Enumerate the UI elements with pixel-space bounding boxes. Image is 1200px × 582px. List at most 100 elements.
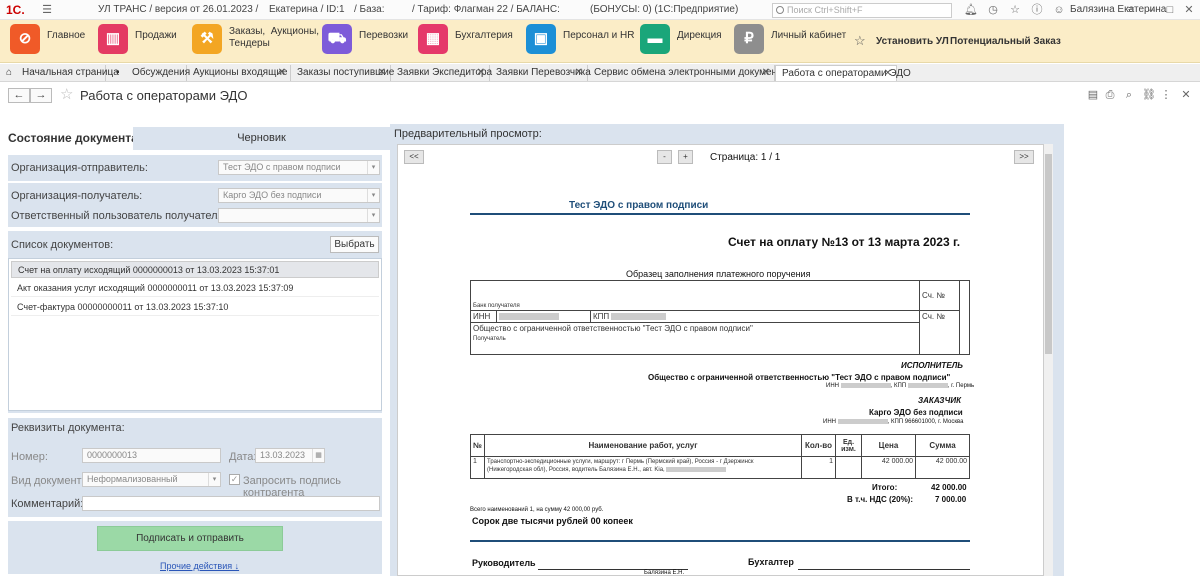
save-icon[interactable]: ▤ xyxy=(1087,89,1099,101)
menu-icon[interactable]: ☰ xyxy=(40,3,54,17)
more-options-icon[interactable]: ≡ xyxy=(1124,3,1138,17)
close-icon[interactable]: ✕ xyxy=(1182,3,1196,17)
document-preview: << - + Страница: 1 / 1 >> Тест ЭДО с пра… xyxy=(397,144,1044,576)
col-header: № xyxy=(470,434,485,457)
minimize-icon[interactable]: – xyxy=(1145,3,1159,17)
accountant-label: Бухгалтер xyxy=(748,557,794,567)
tab-home[interactable]: ⌂ Начальная страница xyxy=(0,65,119,81)
head-name: Балязина Е.Н. xyxy=(644,570,685,576)
number-field[interactable]: 0000000013 xyxy=(82,448,221,463)
search-icon[interactable]: ⌕ xyxy=(1123,89,1135,101)
gavel-icon: ⚒ xyxy=(192,24,222,54)
section-cabinet[interactable]: ₽ Личный кабинет xyxy=(734,24,846,54)
forward-button[interactable]: → xyxy=(30,88,52,103)
maximize-icon[interactable]: □ xyxy=(1163,3,1177,17)
first-page-button[interactable]: << xyxy=(404,150,424,164)
tab-orders[interactable]: Заказы поступившие ✕ xyxy=(291,65,394,81)
col-header: Цена xyxy=(861,434,916,457)
date-field[interactable]: 13.03.2023 ▦ xyxy=(255,448,325,463)
document-settings-panel: Состояние документа: Черновик Организаци… xyxy=(8,127,390,574)
doctype-select[interactable]: Неформализованный ▾ xyxy=(82,472,221,487)
favorites-star-icon[interactable]: ☆ xyxy=(1008,3,1022,17)
list-item[interactable]: Акт оказания услуг исходящий 0000000011 … xyxy=(11,280,379,297)
favorites-star-icon[interactable]: ☆ xyxy=(854,33,866,49)
tab-label: Обсуждения xyxy=(132,67,191,78)
items-count-text: Всего наименований 1, на сумму 42 000,00… xyxy=(470,507,604,513)
tab-discussions[interactable]: ▪ Обсуждения xyxy=(106,65,191,81)
scrollbar-thumb[interactable] xyxy=(1045,154,1052,354)
tab-forwarder-requests[interactable]: Заявки Экспедитора ✕ xyxy=(391,65,492,81)
receiver-select[interactable]: Карго ЭДО без подписи ▾ xyxy=(218,188,380,203)
back-button[interactable]: ← xyxy=(8,88,30,103)
close-tab-icon[interactable]: ✕ xyxy=(884,66,892,81)
notification-bell-icon[interactable]: 🔔︎ xyxy=(964,3,978,17)
request-sign-checkbox[interactable]: ✓ xyxy=(229,474,240,485)
close-tab-icon[interactable]: ✕ xyxy=(762,65,770,80)
cell xyxy=(835,456,862,479)
last-page-button[interactable]: >> xyxy=(1014,150,1034,164)
section-sales[interactable]: ▥ Продажи xyxy=(98,24,177,54)
history-icon[interactable]: ◷ xyxy=(986,3,1000,17)
section-accounting[interactable]: ▦ Бухгалтерия xyxy=(418,24,513,54)
col-header: Кол-во xyxy=(801,434,836,457)
preview-panel: Предварительный просмотр: << - + Страниц… xyxy=(390,124,1064,576)
sections-panel: ⊘ Главное ▥ Продажи ⚒ Заказы, Аукционы, … xyxy=(0,20,1200,63)
section-label: Дирекция xyxy=(677,30,722,41)
install-ul-link[interactable]: Установить УЛ xyxy=(876,36,949,47)
col-header: Наименование работ, услуг xyxy=(484,434,802,457)
home-icon: ⌂ xyxy=(6,67,13,78)
close-tab-icon[interactable]: ✕ xyxy=(278,65,286,80)
tab-carrier-requests[interactable]: Заявки Перевозчика ✕ xyxy=(490,65,591,81)
close-tab-icon[interactable]: ✕ xyxy=(378,65,386,80)
section-label: Перевозки xyxy=(359,30,409,41)
print-icon[interactable]: ⎙ xyxy=(1104,89,1116,101)
section-main[interactable]: ⊘ Главное xyxy=(10,24,85,54)
state-label: Состояние документа: xyxy=(8,131,142,145)
tab-edo-operators[interactable]: Работа с операторами ЭДО ✕ xyxy=(775,65,911,81)
favorite-star-icon[interactable]: ☆ xyxy=(60,85,73,103)
section-label: Персонал и HR xyxy=(563,30,635,41)
signature-line xyxy=(798,569,970,570)
sender-select[interactable]: Тест ЭДО с правом подписи ▾ xyxy=(218,160,380,175)
documents-list: Счет на оплату исходящий 0000000013 от 1… xyxy=(8,258,382,411)
preview-scrollbar[interactable] xyxy=(1044,144,1053,576)
section-hr[interactable]: ▣ Персонал и HR xyxy=(526,24,635,54)
chevron-down-icon: ▾ xyxy=(367,161,379,174)
info-icon[interactable]: ⓘ xyxy=(1030,3,1044,17)
more-icon[interactable]: ⋮ xyxy=(1160,89,1172,101)
section-label: Главное xyxy=(47,30,86,41)
user-icon[interactable]: ☺ xyxy=(1052,3,1066,17)
link-icon[interactable]: ⛓ xyxy=(1142,89,1156,101)
potential-order-link[interactable]: Потенциальный Заказ xyxy=(950,36,1061,47)
close-form-icon[interactable]: ✕ xyxy=(1180,89,1192,101)
redacted-value xyxy=(840,383,891,388)
calendar-icon[interactable]: ▦ xyxy=(312,449,324,462)
section-transport[interactable]: ⛟ Перевозки xyxy=(322,24,408,54)
tab-auctions[interactable]: Аукционы входящие ✕ xyxy=(187,65,291,81)
sample-caption: Образец заполнения платежного поручения xyxy=(626,269,811,279)
preview-title: Предварительный просмотр: xyxy=(394,128,542,140)
tab-edo-service[interactable]: Сервис обмена электронными документами ✕ xyxy=(588,65,800,81)
global-search-input[interactable]: Поиск Ctrl+Shift+F xyxy=(772,3,952,18)
other-actions-link[interactable]: Прочие действия ↓ xyxy=(160,561,239,571)
section-orders[interactable]: ⚒ Заказы, Аукционы, Тендеры xyxy=(192,24,319,54)
zoom-in-button[interactable]: + xyxy=(678,150,693,164)
total-label: Итого: xyxy=(872,483,898,492)
list-item[interactable]: Счет на оплату исходящий 0000000013 от 1… xyxy=(11,261,379,278)
comment-field[interactable] xyxy=(82,496,380,511)
doctype-value: Неформализованный xyxy=(87,474,178,484)
sign-and-send-button[interactable]: Подписать и отправить xyxy=(97,526,283,551)
responsible-user-select[interactable]: ▾ xyxy=(218,208,380,223)
app-version: УЛ ТРАНС / версия от 26.01.2023 / xyxy=(98,4,259,15)
close-tab-icon[interactable]: ✕ xyxy=(477,65,485,80)
page-title: Работа с операторами ЭДО xyxy=(80,88,248,103)
section-direction[interactable]: ▬ Дирекция xyxy=(640,24,722,54)
list-item[interactable]: Счет-фактура 00000000011 от 13.03.2023 1… xyxy=(11,299,379,316)
zoom-out-button[interactable]: - xyxy=(657,150,672,164)
choose-button[interactable]: Выбрать xyxy=(330,236,379,253)
sum-in-words: Сорок две тысячи рублей 00 копеек xyxy=(472,516,633,526)
tab-label: Начальная страница xyxy=(22,67,119,78)
cell: 1 xyxy=(470,456,485,479)
lock-icon: ₽ xyxy=(734,24,764,54)
close-tab-icon[interactable]: ✕ xyxy=(575,65,583,80)
